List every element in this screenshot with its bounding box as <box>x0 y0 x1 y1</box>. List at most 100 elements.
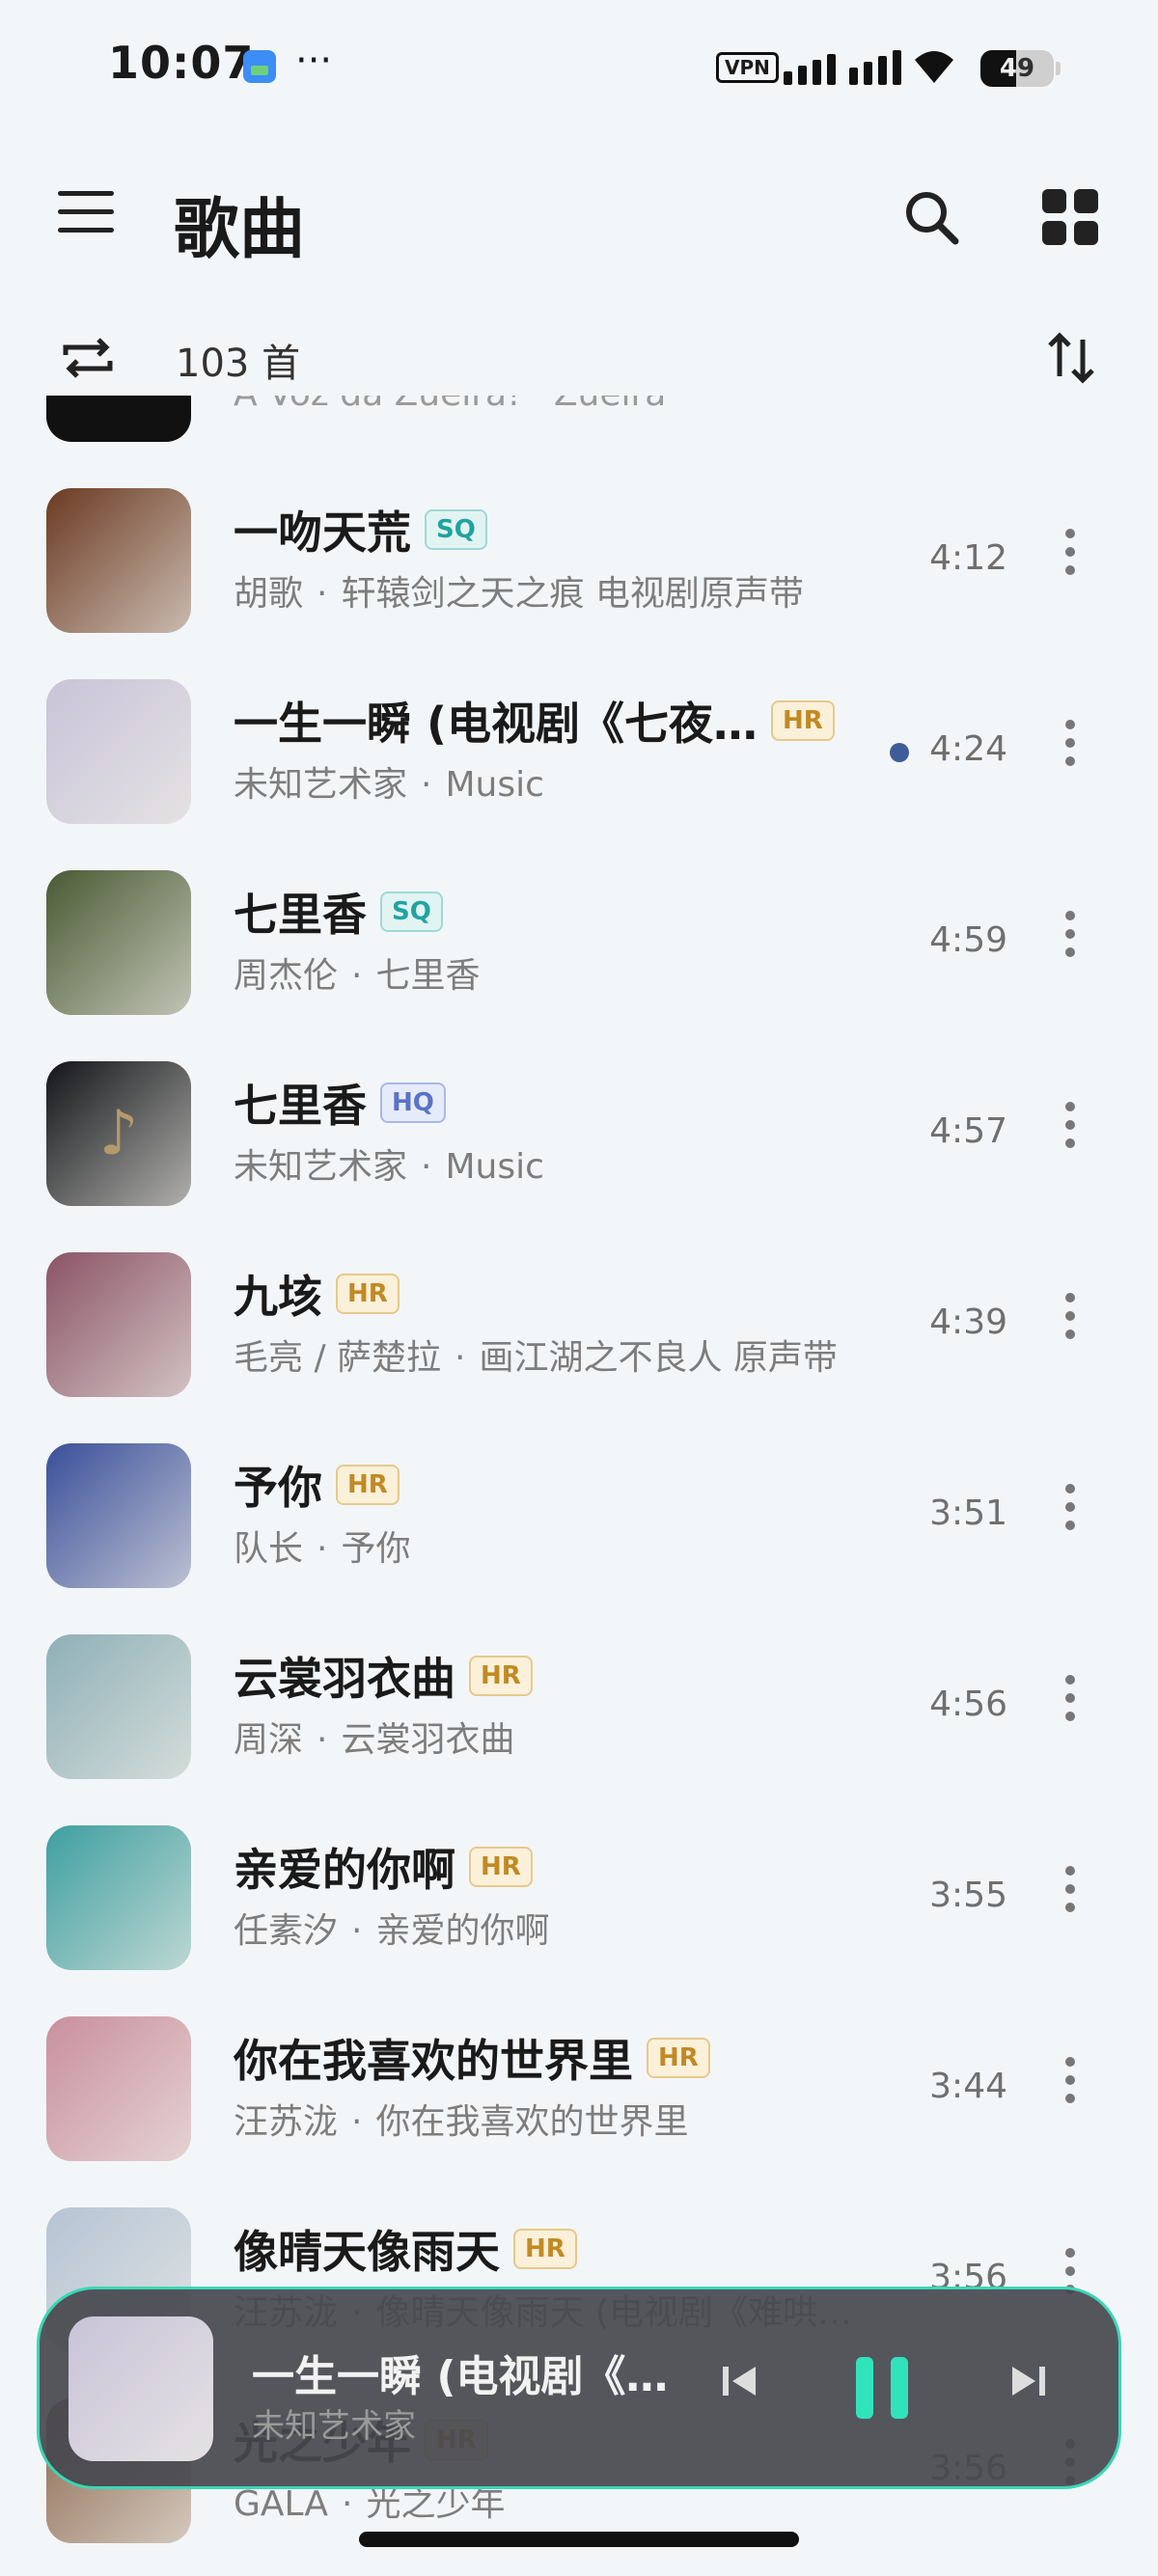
quality-badge: HR <box>469 1847 533 1887</box>
quality-badge: HR <box>647 2038 710 2078</box>
next-track-icon[interactable] <box>1005 2357 1053 2405</box>
song-subtitle: 队长 · 予你 <box>234 1521 410 1571</box>
separator-dot: · <box>455 1338 466 1378</box>
song-subtitle: 周深 · 云裳羽衣曲 <box>234 1712 514 1762</box>
song-title-text: 七里香 <box>234 1080 367 1132</box>
album-cover <box>46 1825 191 1970</box>
more-options-icon[interactable] <box>1062 911 1079 965</box>
album-cover <box>46 1443 191 1588</box>
app-header: 歌曲 <box>0 164 1158 280</box>
list-item[interactable]: 一吻天荒 SQ 胡歌 · 轩辕剑之天之痕 电视剧原声带 4:12 <box>0 442 1158 633</box>
song-title-text: 亲爱的你啊 <box>234 1844 455 1896</box>
song-title: 像晴天像雨天 HR <box>234 2217 577 2281</box>
quality-badge: HR <box>469 1656 533 1696</box>
album-name: 亲爱的你啊 <box>375 1911 550 1951</box>
more-options-icon[interactable] <box>1062 720 1079 774</box>
album-name: Music <box>445 1147 544 1187</box>
list-item[interactable]: 你在我喜欢的世界里 HR 汪苏泷 · 你在我喜欢的世界里 3:44 <box>0 1970 1158 2161</box>
song-duration: 4:24 <box>929 729 1007 769</box>
album-name: 予你 <box>341 1529 411 1569</box>
song-title: 一吻天荒 SQ <box>234 498 487 562</box>
album-cover <box>46 488 191 633</box>
list-toolbar: 103 首 <box>0 318 1158 396</box>
song-title: 你在我喜欢的世界里 HR <box>234 2026 710 2090</box>
artist-name: 胡歌 <box>234 574 304 614</box>
more-options-icon[interactable] <box>1062 1102 1079 1156</box>
song-title: 云裳羽衣曲 HR <box>234 1644 533 1708</box>
album-cover: ♪ <box>46 1061 191 1206</box>
song-subtitle: 胡歌 · 轩辕剑之天之痕 电视剧原声带 <box>234 565 804 616</box>
song-title-text: 一吻天荒 <box>234 507 411 559</box>
song-subtitle: 未知艺术家 · Music <box>234 1138 544 1189</box>
player-album-cover[interactable] <box>69 2316 213 2461</box>
song-subtitle: 毛亮 / 萨楚拉 · 画江湖之不良人 原声带 <box>234 1329 838 1380</box>
more-options-icon[interactable] <box>1062 1675 1079 1729</box>
list-item[interactable]: 亲爱的你啊 HR 任素汐 · 亲爱的你啊 3:55 <box>0 1779 1158 1970</box>
more-options-icon[interactable] <box>1062 2057 1079 2111</box>
more-options-icon[interactable] <box>1062 1484 1079 1538</box>
separator-dot: · <box>421 765 432 805</box>
status-bar: 10:07 ··· VPN 49 <box>0 0 1158 145</box>
vpn-icon: VPN <box>716 52 779 83</box>
album-name: 轩辕剑之天之痕 电视剧原声带 <box>341 574 804 614</box>
separator-dot: · <box>317 1720 328 1760</box>
song-subtitle: 汪苏泷 · 你在我喜欢的世界里 <box>234 2094 688 2144</box>
list-item[interactable]: 云裳羽衣曲 HR 周深 · 云裳羽衣曲 4:56 <box>0 1588 1158 1779</box>
list-item[interactable]: 一生一瞬 (电视剧《七夜… HR 未知艺术家 · Music 4:24 <box>0 633 1158 824</box>
page-title: 歌曲 <box>174 192 306 268</box>
list-item[interactable]: ♪ 七里香 HQ 未知艺术家 · Music 4:57 <box>0 1015 1158 1206</box>
separator-dot: · <box>351 956 363 996</box>
menu-icon[interactable] <box>58 191 114 239</box>
home-indicator[interactable] <box>359 2532 799 2547</box>
song-title: 一生一瞬 (电视剧《七夜… HR <box>234 689 835 753</box>
separator-dot: · <box>317 574 328 614</box>
song-duration: 4:39 <box>929 1302 1007 1342</box>
album-name: 画江湖之不良人 原声带 <box>479 1338 838 1378</box>
album-name: 云裳羽衣曲 <box>341 1720 515 1760</box>
more-options-icon[interactable] <box>1062 1293 1079 1347</box>
song-duration: 4:12 <box>929 538 1007 578</box>
grid-view-icon[interactable] <box>1042 189 1098 245</box>
artist-name: 汪苏泷 <box>234 2102 339 2142</box>
list-item[interactable]: 七里香 SQ 周杰伦 · 七里香 4:59 <box>0 824 1158 1015</box>
song-subtitle: 任素汐 · 亲爱的你啊 <box>234 1903 549 1953</box>
gallery-app-icon <box>243 50 276 83</box>
list-item[interactable]: 九垓 HR 毛亮 / 萨楚拉 · 画江湖之不良人 原声带 4:39 <box>0 1206 1158 1397</box>
album-name: 你在我喜欢的世界里 <box>375 2102 689 2142</box>
quality-badge: SQ <box>380 891 443 932</box>
separator-dot: · <box>421 1147 432 1187</box>
pause-button[interactable] <box>856 2357 914 2419</box>
previous-track-icon[interactable] <box>715 2357 763 2405</box>
song-title-text: 九垓 <box>234 1271 322 1323</box>
sort-icon[interactable] <box>1044 328 1098 388</box>
wifi-icon <box>913 48 955 94</box>
battery-tip <box>1056 62 1061 75</box>
more-options-icon[interactable] <box>1062 1866 1079 1920</box>
song-title: 亲爱的你啊 HR <box>234 1835 533 1899</box>
music-note-icon: ♪ <box>98 1098 139 1169</box>
song-duration: 4:57 <box>929 1111 1007 1151</box>
song-subtitle: 周杰伦 · 七里香 <box>234 947 480 998</box>
repeat-icon[interactable] <box>58 328 118 388</box>
song-title: 九垓 HR <box>234 1262 400 1326</box>
song-title-text: 一生一瞬 (电视剧《七夜… <box>234 698 758 750</box>
search-icon[interactable] <box>897 183 965 251</box>
song-duration: 4:56 <box>929 1685 1007 1724</box>
player-song-title: 一生一瞬 (电视剧《… <box>252 2352 669 2401</box>
artist-name: 未知艺术家 <box>234 765 408 805</box>
album-cover <box>46 1252 191 1397</box>
album-cover <box>46 1634 191 1779</box>
more-options-icon[interactable] <box>1062 529 1079 583</box>
song-list: A Voz da Zueira! · Zueira 一吻天荒 SQ 胡歌 · 轩辕剑之天… <box>0 396 1158 2576</box>
song-title-text: 予你 <box>234 1462 322 1514</box>
album-name: 七里香 <box>375 956 481 996</box>
song-duration: 3:55 <box>929 1876 1007 1915</box>
player-artist: 未知艺术家 <box>252 2407 416 2446</box>
separator-dot: · <box>351 1911 363 1951</box>
list-item[interactable]: 予你 HR 队长 · 予你 3:51 <box>0 1397 1158 1588</box>
list-item-partial[interactable]: A Voz da Zueira! · Zueira <box>0 396 1158 442</box>
song-subtitle: A Voz da Zueira! · Zueira <box>234 396 666 414</box>
mini-player[interactable]: 一生一瞬 (电视剧《… 未知艺术家 <box>37 2287 1121 2489</box>
artist-name: 周深 <box>234 1720 304 1760</box>
song-title: 予你 HR <box>234 1453 400 1517</box>
